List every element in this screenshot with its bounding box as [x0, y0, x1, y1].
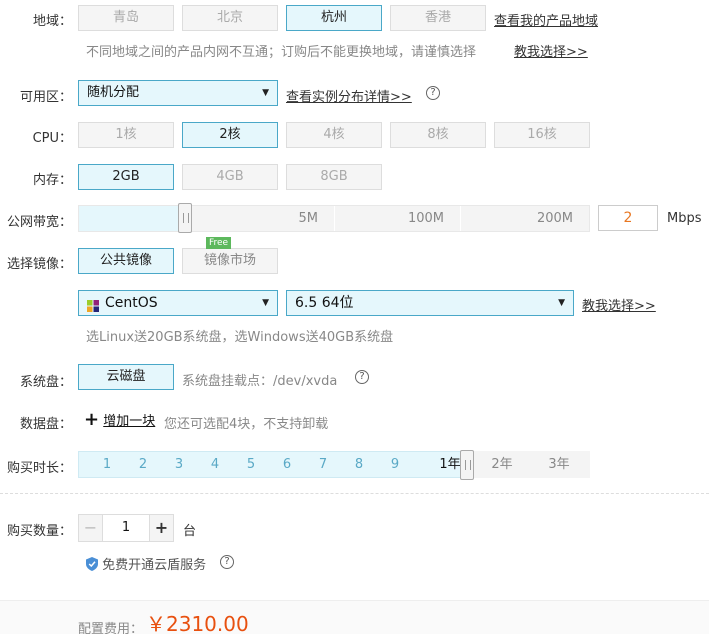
bandwidth-mark-5m: 5M — [79, 206, 335, 231]
minus-icon[interactable]: − — [79, 515, 103, 541]
cost-label: 配置费用： — [78, 622, 144, 634]
cpu-label: CPU： — [32, 131, 72, 146]
bandwidth-unit: Mbps — [667, 211, 702, 226]
bandwidth-slider-track[interactable]: 5M 100M 200M — [78, 205, 590, 232]
duration-month-3[interactable]: 3 — [161, 451, 197, 478]
bandwidth-input[interactable]: 2 — [598, 205, 658, 231]
quantity-unit: 台 — [183, 524, 197, 539]
duration-month-1[interactable]: 1 — [89, 451, 125, 478]
bandwidth-label: 公网带宽： — [6, 215, 72, 230]
quantity-label: 购买数量： — [6, 524, 72, 539]
cloud-shield-service[interactable]: 免费开通云盾服务 — [86, 554, 207, 573]
free-badge: Free — [206, 237, 232, 249]
cpu-option-1[interactable]: 1核 — [78, 122, 174, 148]
image-help-link[interactable]: 教我选择>> — [582, 295, 656, 314]
instance-distribution-link[interactable]: 查看实例分布详情>> — [286, 86, 412, 105]
quantity-value[interactable]: 1 — [103, 515, 149, 541]
add-data-disk-button[interactable]: + 增加一块 — [84, 410, 155, 430]
plus-icon[interactable]: + — [149, 515, 173, 541]
duration-month-7[interactable]: 7 — [305, 451, 341, 478]
duration-slider-track[interactable]: 1 2 3 4 5 6 7 8 9 1年 2年 3年 — [78, 451, 590, 478]
os-version-value: 6.5 64位 — [295, 295, 354, 311]
section-divider — [0, 493, 709, 494]
duration-month-6[interactable]: 6 — [269, 451, 305, 478]
duration-month-2[interactable]: 2 — [125, 451, 161, 478]
chevron-down-icon: ▼ — [262, 298, 269, 308]
image-label: 选择镜像： — [6, 257, 72, 272]
memory-option-8gb[interactable]: 8GB — [286, 164, 382, 190]
region-option-hongkong[interactable]: 香港 — [390, 5, 486, 31]
centos-logo-icon — [87, 297, 99, 312]
data-disk-label: 数据盘： — [19, 417, 72, 432]
duration-month-8[interactable]: 8 — [341, 451, 377, 478]
memory-option-4gb[interactable]: 4GB — [182, 164, 278, 190]
tab-public-image[interactable]: 公共镜像 — [78, 248, 174, 274]
cpu-option-4[interactable]: 4核 — [286, 122, 382, 148]
region-note: 不同地域之间的产品内网不互通；订购后不能更换地域，请谨慎选择 — [86, 45, 477, 60]
tab-image-market[interactable]: 镜像市场 — [182, 248, 278, 274]
duration-month-4[interactable]: 4 — [197, 451, 233, 478]
chevron-down-icon: ▼ — [558, 298, 565, 308]
cpu-option-8[interactable]: 8核 — [390, 122, 486, 148]
question-circle-icon[interactable]: ? — [426, 86, 440, 100]
duration-year-3[interactable]: 3年 — [541, 451, 577, 478]
bandwidth-mark-200m: 200M — [536, 211, 573, 226]
region-help-link[interactable]: 教我选择>> — [514, 41, 588, 60]
question-circle-icon[interactable]: ? — [355, 370, 369, 384]
quantity-stepper[interactable]: − 1 + — [78, 514, 174, 542]
duration-month-5[interactable]: 5 — [233, 451, 269, 478]
price-value: ￥2310.00 — [146, 612, 249, 634]
cpu-option-16[interactable]: 16核 — [494, 122, 590, 148]
region-option-hangzhou[interactable]: 杭州 — [286, 5, 382, 31]
os-select-value: CentOS — [105, 295, 158, 311]
system-disk-label: 系统盘： — [19, 375, 72, 390]
data-disk-note: 您还可选配4块，不支持卸载 — [164, 417, 329, 432]
zone-select[interactable]: 随机分配 ▼ — [78, 80, 278, 106]
cpu-option-2[interactable]: 2核 — [182, 122, 278, 148]
os-version-select[interactable]: 6.5 64位 ▼ — [286, 290, 574, 316]
system-disk-mount: 系统盘挂载点：/dev/xvda — [182, 374, 338, 389]
image-note: 选Linux送20GB系统盘，选Windows送40GB系统盘 — [86, 330, 394, 345]
system-disk-type[interactable]: 云磁盘 — [78, 364, 174, 390]
duration-label: 购买时长： — [6, 461, 72, 476]
view-my-region-link[interactable]: 查看我的产品地域 — [494, 10, 598, 29]
memory-label: 内存： — [32, 173, 72, 188]
os-select[interactable]: CentOS ▼ — [78, 290, 278, 316]
bandwidth-slider-handle[interactable] — [178, 203, 192, 233]
chevron-down-icon: ▼ — [262, 88, 269, 98]
duration-month-9[interactable]: 9 — [377, 451, 413, 478]
duration-year-2[interactable]: 2年 — [484, 451, 520, 478]
duration-slider-handle[interactable] — [460, 450, 474, 480]
add-data-disk-label: 增加一块 — [103, 414, 156, 429]
shield-icon — [86, 556, 98, 571]
zone-label: 可用区： — [19, 90, 72, 105]
bandwidth-mark-100m: 100M — [335, 206, 461, 231]
plus-icon: + — [84, 409, 100, 430]
cloud-shield-label: 免费开通云盾服务 — [102, 558, 207, 573]
zone-select-value: 随机分配 — [87, 85, 140, 100]
question-circle-icon[interactable]: ? — [220, 555, 234, 569]
region-label: 地域： — [32, 14, 72, 29]
region-option-beijing[interactable]: 北京 — [182, 5, 278, 31]
memory-option-2gb[interactable]: 2GB — [78, 164, 174, 190]
region-option-qingdao[interactable]: 青岛 — [78, 5, 174, 31]
